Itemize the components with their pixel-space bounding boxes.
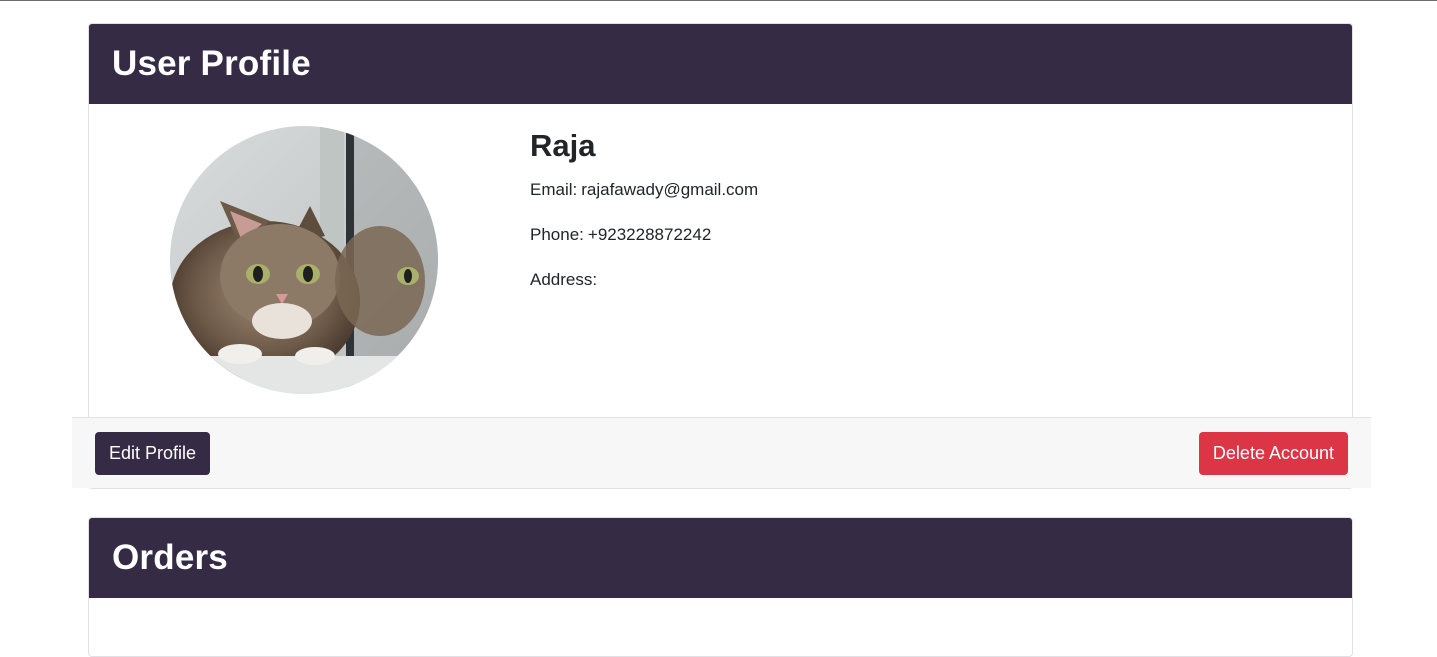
phone-row: Phone: +923228872242	[530, 224, 758, 246]
phone-value: +923228872242	[587, 225, 712, 244]
email-label: Email:	[530, 180, 578, 199]
profile-card-header: User Profile	[89, 24, 1352, 104]
address-row: Address:	[530, 269, 758, 291]
email-value: rajafawady@gmail.com	[581, 180, 759, 199]
user-name: Raja	[530, 128, 596, 163]
orders-card: Orders	[88, 517, 1353, 657]
user-info: Raja Email: rajafawady@gmail.com Phone: +9…	[530, 126, 758, 314]
orders-card-header: Orders	[89, 518, 1352, 598]
avatar	[170, 126, 438, 394]
phone-label: Phone:	[530, 225, 584, 244]
user-profile-card: User Profile Raja Email: rajafawady@gmai…	[72, 23, 1371, 489]
profile-body: Raja Email: rajafawady@gmail.com Phone: +9…	[89, 104, 1352, 417]
profile-card-footer: Edit Profile Delete Account	[72, 417, 1371, 488]
email-row: Email: rajafawady@gmail.com	[530, 179, 758, 201]
orders-title: Orders	[112, 538, 228, 577]
kitten-photo-icon	[170, 126, 438, 394]
edit-profile-button[interactable]: Edit Profile	[95, 432, 211, 475]
top-divider	[0, 0, 1437, 1]
delete-account-button[interactable]: Delete Account	[1198, 432, 1348, 475]
page-title: User Profile	[112, 44, 311, 83]
address-label: Address:	[530, 270, 598, 289]
